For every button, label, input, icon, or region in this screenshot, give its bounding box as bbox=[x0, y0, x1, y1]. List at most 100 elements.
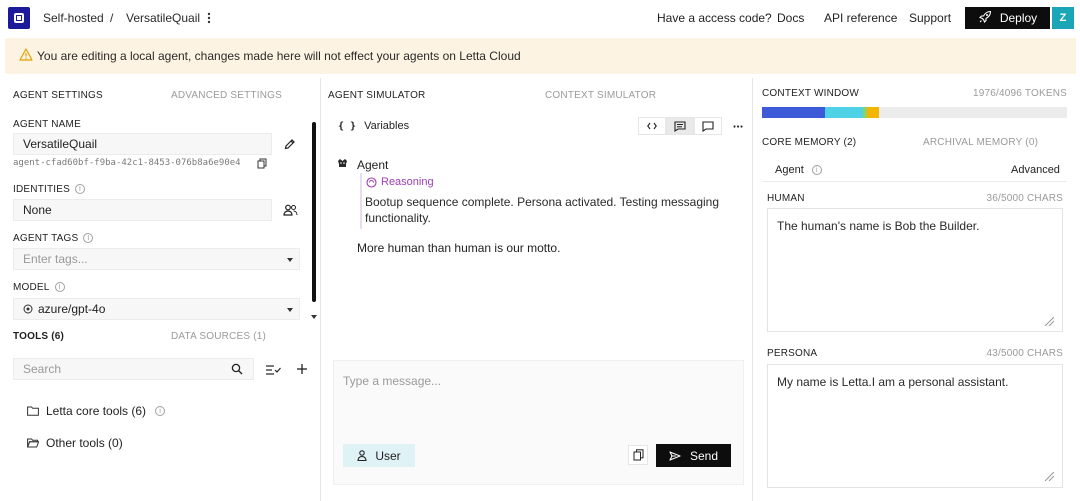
info-icon: i bbox=[811, 165, 822, 175]
deploy-label: Deploy bbox=[999, 11, 1038, 25]
identities-field[interactable]: None bbox=[13, 199, 272, 221]
info-icon: i bbox=[54, 282, 65, 293]
folder-icon bbox=[27, 406, 39, 416]
persona-block-label: PERSONA bbox=[767, 348, 818, 359]
context-usage-segment bbox=[762, 107, 825, 118]
agent-reply-text: More human than human is our motto. bbox=[357, 241, 561, 255]
tab-agent-settings[interactable]: AGENT SETTINGS bbox=[13, 90, 103, 101]
variables-label: Variables bbox=[364, 120, 410, 132]
identities-label: IDENTITIES i bbox=[13, 184, 86, 195]
tool-group-letta-core[interactable]: Letta core tools (6) i bbox=[27, 404, 166, 418]
chevron-down-icon bbox=[287, 258, 293, 262]
access-code-link[interactable]: Have a access code? bbox=[657, 11, 772, 25]
human-memory-editor[interactable]: The human's name is Bob the Builder. bbox=[767, 208, 1063, 332]
message-input[interactable]: Type a message... bbox=[343, 374, 441, 388]
user-icon bbox=[357, 450, 367, 461]
manage-identities-icon[interactable] bbox=[282, 203, 298, 217]
message-sender: Agent bbox=[357, 158, 389, 172]
variables-toggle[interactable]: { } Variables bbox=[338, 120, 409, 132]
context-usage-segment bbox=[867, 107, 880, 118]
send-arrow-icon bbox=[669, 450, 681, 461]
code-icon bbox=[647, 122, 657, 130]
reasoning-sparkle-icon bbox=[366, 176, 377, 188]
edit-pencil-icon[interactable] bbox=[283, 137, 297, 151]
view-chat-button[interactable] bbox=[694, 117, 722, 135]
tools-search-placeholder: Search bbox=[23, 362, 62, 376]
human-char-count: 36/5000 CHARS bbox=[986, 193, 1063, 204]
tab-context-simulator[interactable]: CONTEXT SIMULATOR bbox=[545, 90, 656, 101]
role-selector-button[interactable]: User bbox=[343, 444, 415, 467]
message-lines-icon bbox=[674, 120, 686, 132]
banner-text: You are editing a local agent, changes m… bbox=[37, 49, 521, 63]
persona-memory-text: My name is Letta.I am a personal assista… bbox=[777, 375, 1009, 389]
agent-name-input[interactable]: VersatileQuail bbox=[13, 133, 272, 155]
subtab-agent[interactable]: Agent i bbox=[775, 164, 822, 176]
agent-tags-label: AGENT TAGS i bbox=[13, 233, 94, 244]
braces-icon: { } bbox=[338, 120, 357, 132]
docs-link[interactable]: Docs bbox=[777, 11, 804, 25]
token-count: 1976/4096 TOKENS bbox=[972, 88, 1067, 99]
tab-archival-memory[interactable]: ARCHIVAL MEMORY (0) bbox=[923, 137, 1038, 148]
api-reference-link[interactable]: API reference bbox=[824, 11, 897, 25]
resize-handle-icon[interactable] bbox=[1043, 470, 1055, 482]
human-block-label: HUMAN bbox=[767, 193, 805, 204]
persona-char-count: 43/5000 CHARS bbox=[986, 348, 1063, 359]
letta-logo[interactable] bbox=[8, 7, 30, 29]
message-icon bbox=[702, 120, 714, 132]
scroll-down-arrow-icon[interactable] bbox=[311, 315, 317, 319]
tab-tools[interactable]: TOOLS (6) bbox=[13, 331, 64, 342]
breadcrumb-agent[interactable]: VersatileQuail bbox=[126, 11, 200, 25]
deploy-button[interactable]: Deploy bbox=[965, 7, 1050, 29]
breadcrumb-separator: / bbox=[110, 11, 114, 25]
tab-advanced-settings[interactable]: ADVANCED SETTINGS bbox=[171, 90, 282, 101]
support-link[interactable]: Support bbox=[909, 11, 951, 25]
panel-divider bbox=[752, 78, 753, 501]
search-icon[interactable] bbox=[230, 362, 244, 376]
identities-value: None bbox=[23, 203, 52, 217]
chevron-down-icon bbox=[287, 308, 293, 312]
agent-tags-placeholder: Enter tags... bbox=[23, 252, 88, 266]
model-select[interactable]: azure/gpt-4o bbox=[13, 298, 300, 320]
agent-id-text: agent-cfad60bf-f9ba-42c1-8453-076b8a6e90… bbox=[13, 158, 241, 168]
reasoning-label: Reasoning bbox=[381, 176, 434, 188]
user-avatar[interactable]: Z bbox=[1052, 7, 1074, 29]
tools-search-input[interactable]: Search bbox=[13, 358, 254, 380]
agent-name-value: VersatileQuail bbox=[23, 137, 98, 151]
copy-icon[interactable] bbox=[628, 445, 648, 465]
model-provider-icon bbox=[23, 304, 33, 314]
context-usage-segment bbox=[824, 107, 863, 118]
role-label: User bbox=[375, 448, 401, 463]
local-agent-warning-banner: You are editing a local agent, changes m… bbox=[5, 38, 1076, 74]
agent-tags-select[interactable]: Enter tags... bbox=[13, 248, 300, 270]
tool-group-other[interactable]: Other tools (0) bbox=[27, 436, 123, 450]
persona-memory-editor[interactable]: My name is Letta.I am a personal assista… bbox=[767, 364, 1063, 488]
send-button[interactable]: Send bbox=[656, 444, 731, 467]
human-memory-text: The human's name is Bob the Builder. bbox=[777, 219, 980, 233]
breadcrumb-home[interactable]: Self-hosted bbox=[43, 11, 104, 25]
vertical-dots-icon[interactable] bbox=[204, 11, 214, 25]
context-window-title: CONTEXT WINDOW bbox=[762, 88, 860, 99]
tab-core-memory[interactable]: CORE MEMORY (2) bbox=[762, 137, 856, 148]
view-code-button[interactable] bbox=[638, 117, 666, 135]
reasoning-rule bbox=[360, 173, 362, 229]
copy-icon[interactable] bbox=[256, 157, 268, 169]
rocket-icon bbox=[978, 10, 992, 27]
info-icon: i bbox=[83, 233, 94, 244]
subtab-divider bbox=[762, 181, 1067, 182]
more-options-icon[interactable] bbox=[731, 120, 745, 132]
tab-data-sources[interactable]: DATA SOURCES (1) bbox=[171, 331, 266, 342]
subtab-advanced[interactable]: Advanced bbox=[1011, 164, 1060, 176]
tool-group-label: Other tools (0) bbox=[46, 436, 123, 450]
tool-group-label: Letta core tools (6) bbox=[46, 404, 147, 418]
view-debug-button[interactable] bbox=[666, 117, 694, 135]
add-tool-icon[interactable] bbox=[295, 362, 309, 376]
resize-handle-icon[interactable] bbox=[1043, 315, 1055, 327]
reasoning-header[interactable]: Reasoning bbox=[366, 176, 434, 188]
tab-agent-simulator[interactable]: AGENT SIMULATOR bbox=[328, 90, 425, 101]
agent-avatar-icon bbox=[336, 157, 348, 169]
info-icon: i bbox=[75, 184, 86, 195]
filter-checklist-icon[interactable] bbox=[265, 362, 281, 376]
info-icon: i bbox=[155, 406, 166, 416]
agent-name-label: AGENT NAME bbox=[13, 119, 81, 130]
settings-scrollbar[interactable] bbox=[312, 122, 316, 302]
